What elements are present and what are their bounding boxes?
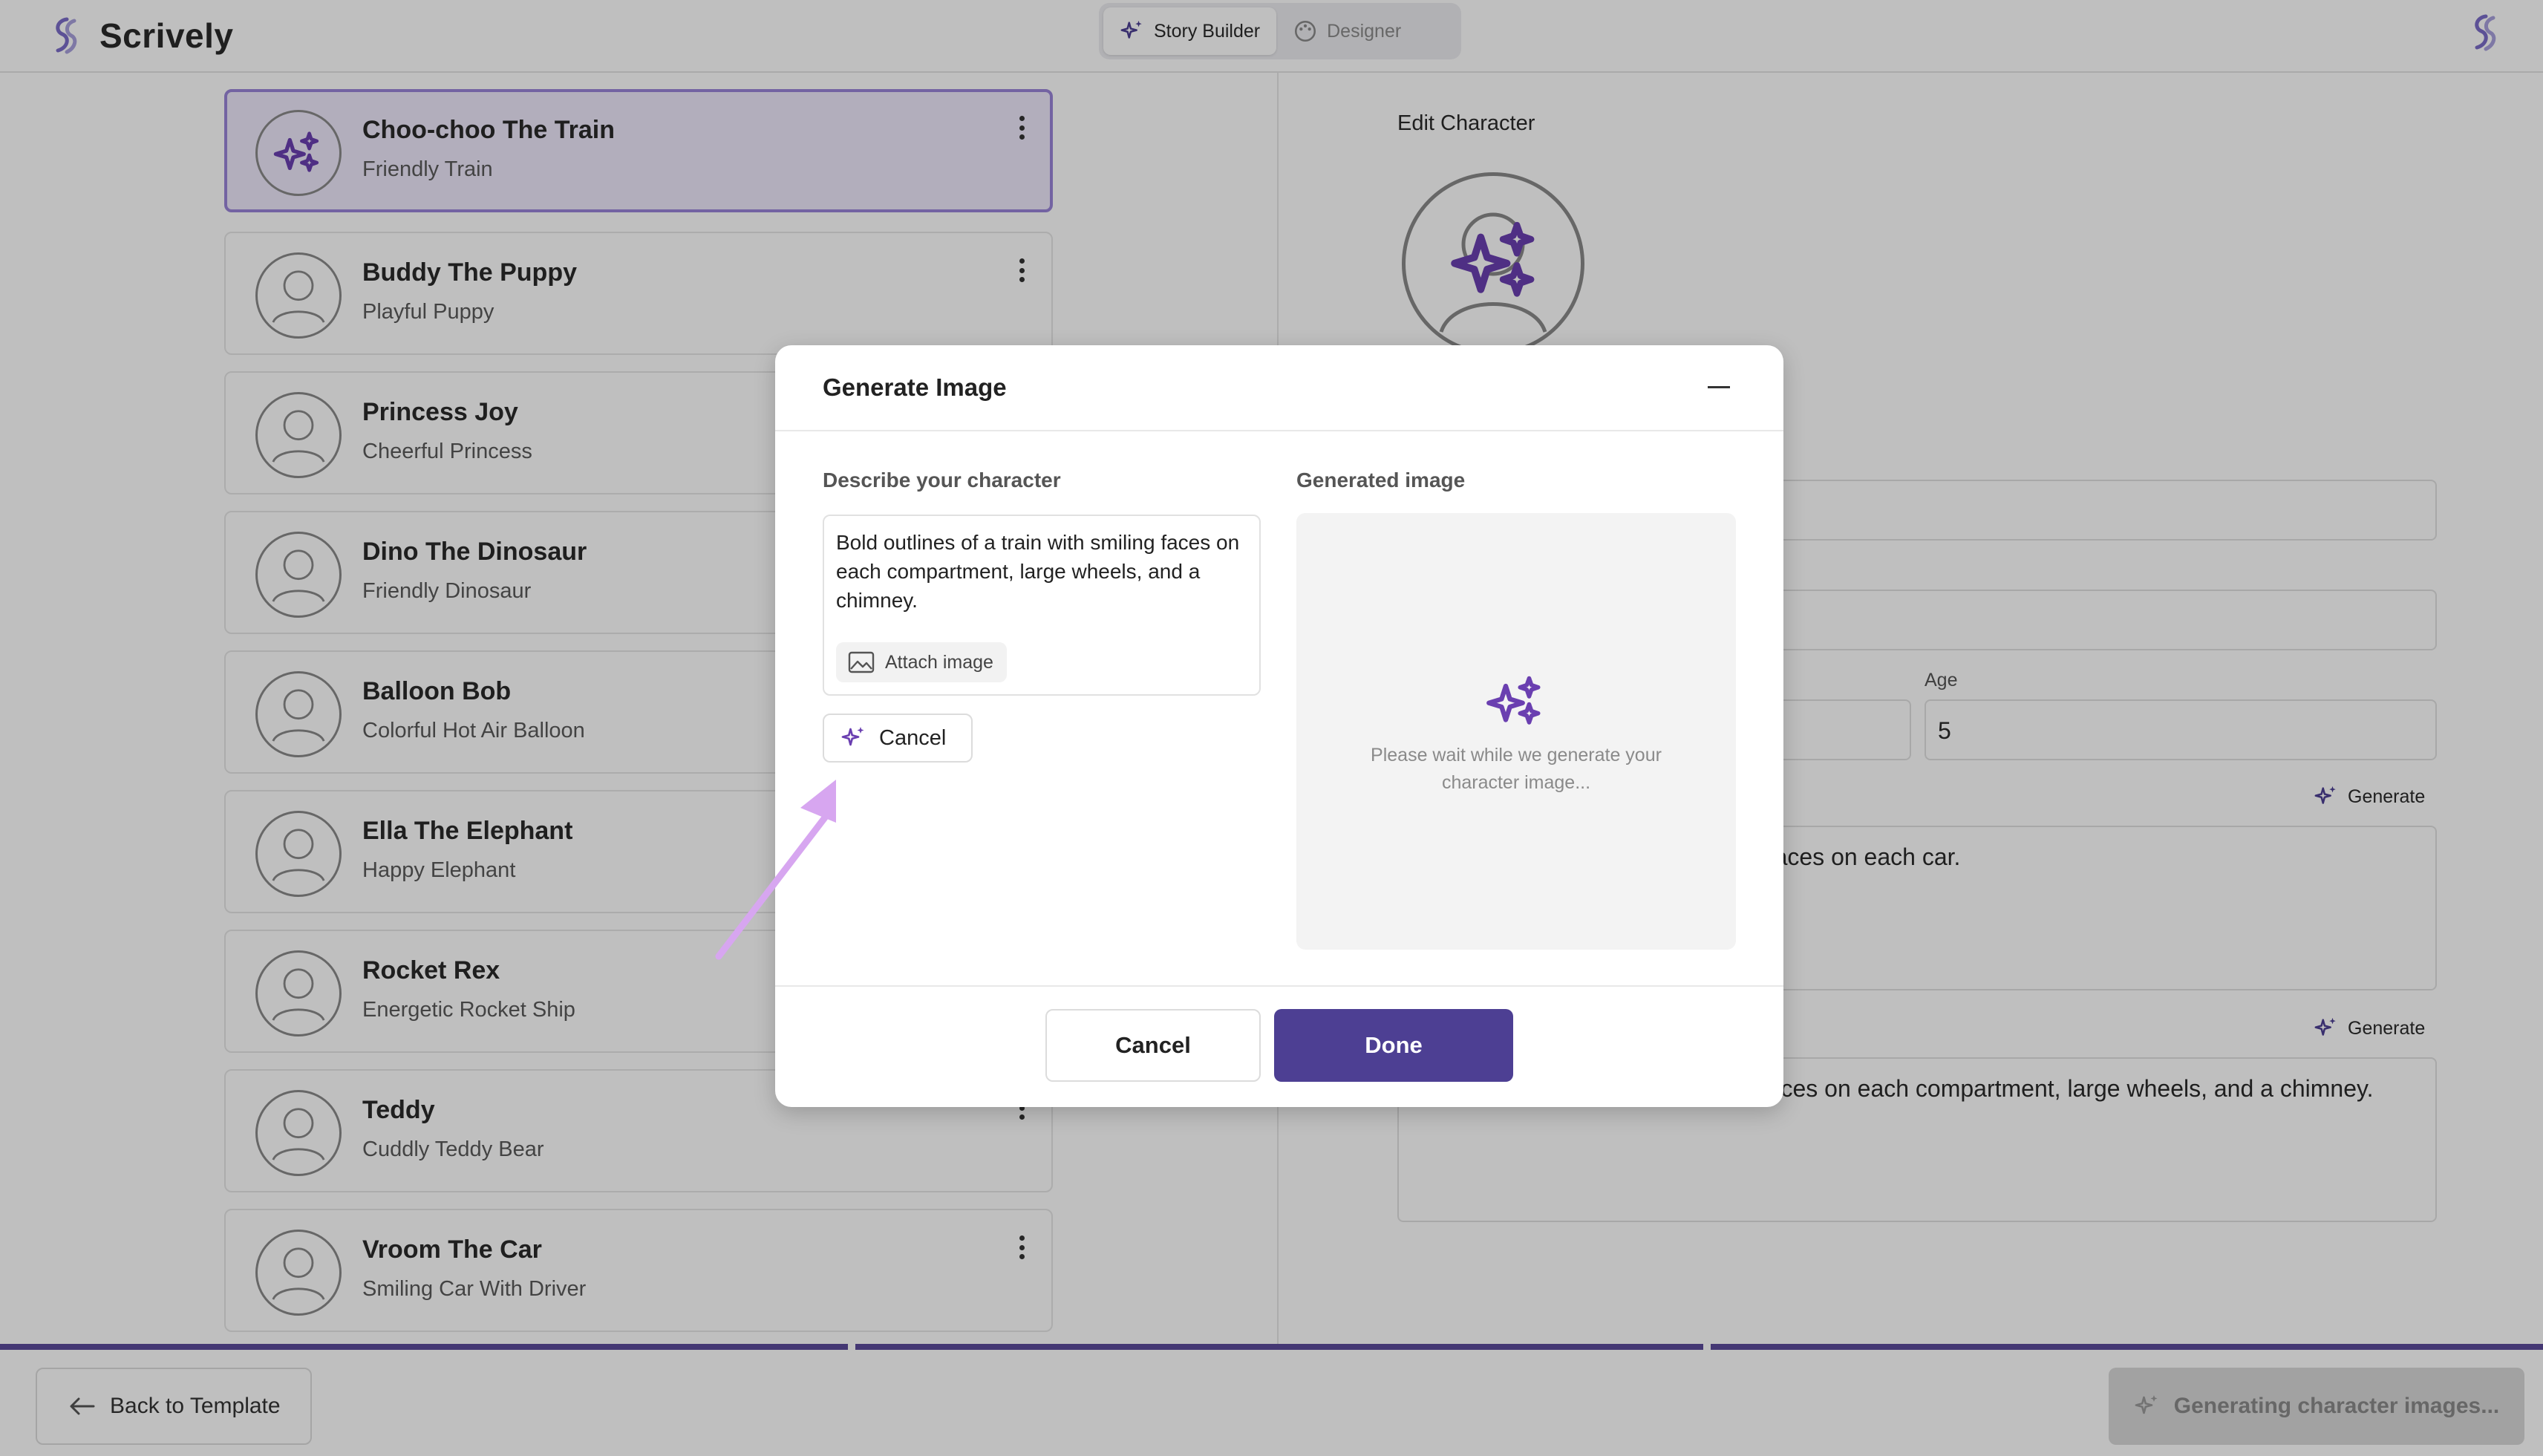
generate-image-modal: Generate Image Describe your character B… [775, 345, 1783, 1107]
cancel-generation-button[interactable]: Cancel [823, 714, 973, 763]
annotation-arrow-icon [715, 780, 836, 960]
description-text: Bold outlines of a train with smiling fa… [836, 531, 1240, 612]
wait-message: Please wait while we generate your chara… [1371, 745, 1662, 793]
cancel-generation-label: Cancel [879, 725, 947, 750]
generated-image-label: Generated image [1296, 469, 1466, 492]
done-button[interactable]: Done [1274, 1009, 1513, 1082]
cancel-button[interactable]: Cancel [1045, 1009, 1261, 1082]
modal-title: Generate Image [823, 373, 1007, 401]
modal-header-divider [775, 430, 1783, 431]
attach-image-button[interactable]: Attach image [836, 642, 1007, 682]
modal-footer-divider [775, 985, 1783, 987]
describe-label: Describe your character [823, 469, 1061, 492]
image-icon [848, 651, 875, 673]
character-description-input[interactable]: Bold outlines of a train with smiling fa… [823, 515, 1261, 696]
attach-label: Attach image [885, 651, 993, 673]
generated-image-preview: Please wait while we generate your chara… [1296, 513, 1736, 950]
sparkle-icon [841, 727, 864, 746]
minimize-icon[interactable] [1708, 386, 1730, 388]
sparkles-icon [1486, 676, 1541, 725]
